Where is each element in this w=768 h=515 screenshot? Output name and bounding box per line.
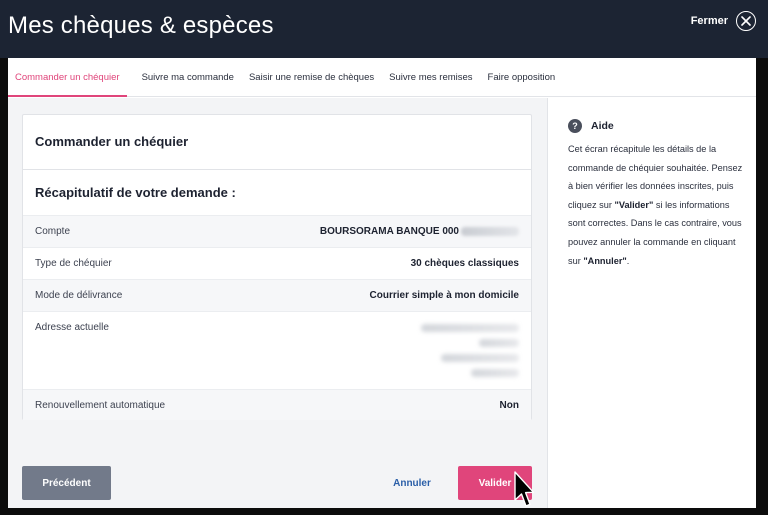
account-value-text: BOURSORAMA BANQUE 000 <box>319 226 459 237</box>
row-label: Mode de délivrance <box>35 290 123 301</box>
card-title: Commander un chéquier <box>35 134 189 149</box>
modal-title: Mes chèques & espèces <box>8 12 274 39</box>
row-cheque-type: Type de chéquier 30 chèques classiques <box>23 247 531 279</box>
close-icon[interactable] <box>736 11 756 31</box>
card-divider <box>23 169 531 170</box>
redacted-address-line <box>441 354 519 362</box>
main-content: Commander un chéquier Récapitulatif de v… <box>8 98 547 508</box>
redacted-account-number <box>461 226 519 236</box>
close-label: Fermer <box>690 15 728 27</box>
help-text-validate: "Valider" <box>614 199 654 210</box>
row-address: Adresse actuelle <box>23 311 531 389</box>
modal-panel: Commander un chéquier Suivre ma commande… <box>8 58 756 508</box>
help-panel: ? Aide Cet écran récapitule les détails … <box>547 98 756 508</box>
help-text: Cet écran récapitule les détails de la c… <box>568 140 744 270</box>
tab-bar: Commander un chéquier Suivre ma commande… <box>8 58 756 97</box>
redacted-address-line <box>471 369 519 377</box>
help-header: ? Aide <box>568 119 614 133</box>
cancel-button[interactable]: Annuler <box>384 466 440 500</box>
tab-suivre-remises[interactable]: Suivre mes remises <box>382 58 479 96</box>
row-auto-renewal: Renouvellement automatique Non <box>23 389 531 420</box>
row-value: Non <box>499 400 519 411</box>
help-text-part: . <box>626 255 630 266</box>
mouse-pointer-icon <box>514 471 535 507</box>
summary-subtitle: Récapitulatif de votre demande : <box>35 185 236 200</box>
row-label: Type de chéquier <box>35 258 112 269</box>
account-value: BOURSORAMA BANQUE 000 <box>320 226 519 237</box>
help-title: Aide <box>591 120 614 132</box>
row-account: Compte BOURSORAMA BANQUE 000 <box>23 215 531 247</box>
close-button[interactable]: Fermer <box>691 10 756 32</box>
tab-saisir-remise[interactable]: Saisir une remise de chèques <box>242 58 381 96</box>
previous-button[interactable]: Précédent <box>22 466 111 500</box>
row-label: Adresse actuelle <box>35 322 109 333</box>
summary-card: Commander un chéquier Récapitulatif de v… <box>22 114 532 420</box>
question-circle-icon: ? <box>568 119 582 133</box>
row-delivery-mode: Mode de délivrance Courrier simple à mon… <box>23 279 531 311</box>
redacted-address-line <box>421 324 519 332</box>
tab-suivre-commande[interactable]: Suivre ma commande <box>135 58 241 96</box>
row-value: Courrier simple à mon domicile <box>369 290 519 301</box>
row-label: Compte <box>35 226 71 237</box>
modal-header: Mes chèques & espèces Fermer <box>0 0 768 58</box>
row-value: 30 chèques classiques <box>410 258 519 269</box>
tab-commander-chequier[interactable]: Commander un chéquier <box>8 58 127 97</box>
help-text-cancel: "Annuler" <box>583 255 627 266</box>
redacted-address-line <box>479 339 519 347</box>
tab-faire-opposition[interactable]: Faire opposition <box>481 58 563 96</box>
row-label: Renouvellement automatique <box>35 400 166 411</box>
